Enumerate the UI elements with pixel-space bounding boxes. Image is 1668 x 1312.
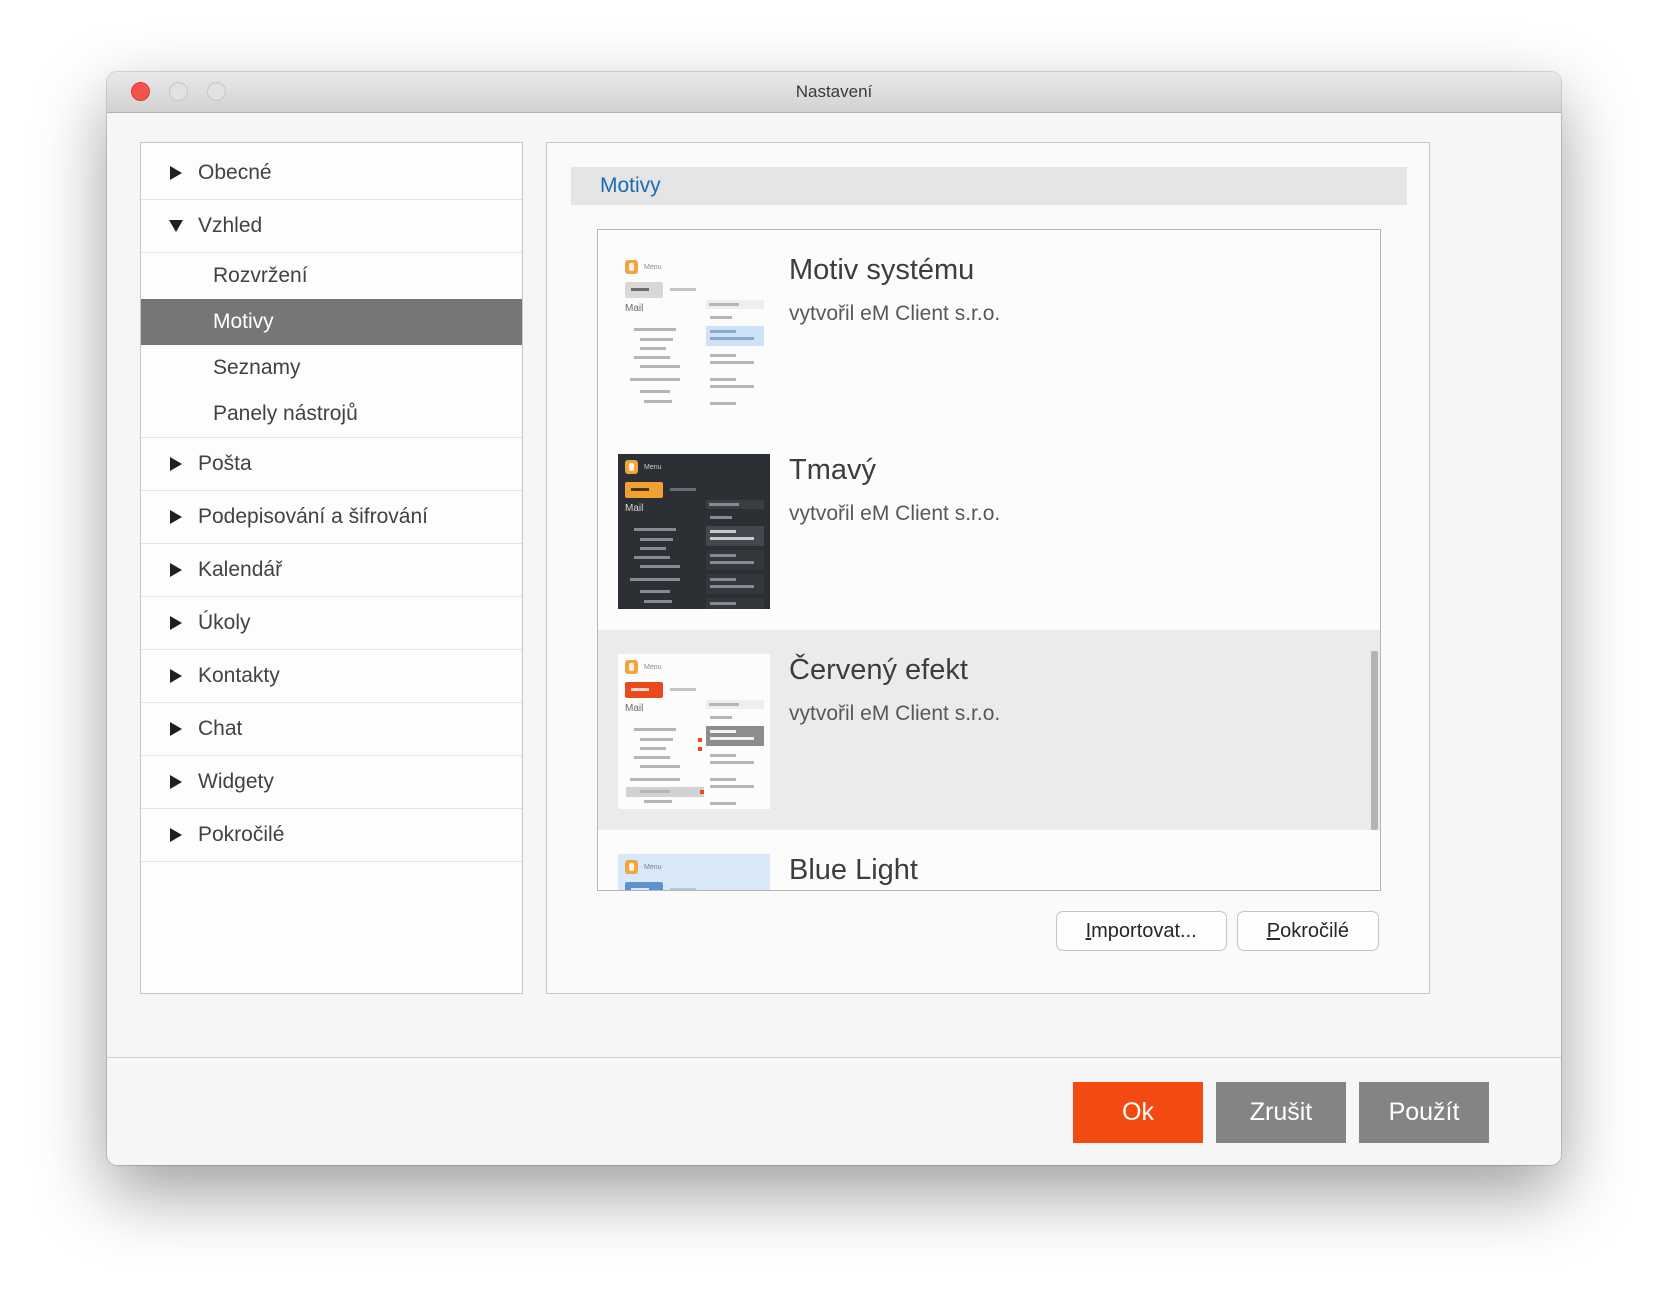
theme-name: Červený efekt [789,654,968,686]
theme-author: vytvořil eM Client s.r.o. [789,502,1001,525]
triangle-glyph [170,457,182,471]
sidebar-item-podepisovani-a-sifrovani[interactable]: Podepisování a šifrování [141,491,522,544]
theme-thumbnail-light: Menu Mail [618,254,770,409]
sidebar-item-label: Pošta [198,452,252,475]
panel-title: Motivy [571,167,1407,205]
chevron-right-icon[interactable] [169,510,183,524]
chevron-right-icon[interactable] [169,457,183,471]
sidebar-item-label: Widgety [198,770,274,793]
sidebar-item-chat[interactable]: Chat [141,703,522,756]
import-button[interactable]: Importovat... [1055,911,1227,951]
theme-item-motiv-systemu[interactable]: Menu Mail Motiv systému vytvořil eM Client … [598,230,1380,430]
triangle-glyph [170,722,182,736]
sidebar-item-label: Vzhled [198,214,263,237]
triangle-glyph [170,616,182,630]
triangle-glyph [170,166,182,180]
ok-button[interactable]: Ok [1073,1082,1203,1143]
sidebar-item-motivy[interactable]: Motivy [141,299,522,345]
chevron-right-icon[interactable] [169,775,183,789]
advanced-button[interactable]: Pokročilé [1236,911,1379,951]
theme-item-cerveny-efekt[interactable]: Menu Mail Červený efekt vytvořil eM Client … [598,630,1380,830]
sidebar-item-label: Chat [198,717,243,740]
sidebar-item-posta[interactable]: Pošta [141,438,522,491]
sidebar-item-seznamy[interactable]: Seznamy [141,345,522,391]
sidebar-item-label: Rozvržení [213,264,308,287]
chevron-right-icon[interactable] [169,828,183,842]
traffic-lights [131,82,226,101]
dialog-buttons: Ok Zrušit Použít [1073,1082,1489,1143]
sidebar-item-vzhled[interactable]: Vzhled [141,200,522,253]
triangle-glyph [170,510,182,524]
sidebar-item-label: Kalendář [198,558,283,581]
theme-name: Tmavý [789,454,876,486]
theme-name: Blue Light [789,854,918,886]
sidebar-item-label: Obecné [198,161,272,184]
theme-actions: Importovat... Pokročilé [1055,911,1379,951]
sidebar-item-label: Úkoly [198,611,251,634]
chevron-right-icon[interactable] [169,722,183,736]
triangle-glyph [170,669,182,683]
settings-sidebar: Obecné Vzhled Rozvržení Motivy Seznamy Panely… [140,142,523,994]
theme-thumbnail-blue: MenuMail [618,854,770,890]
triangle-glyph [169,220,183,232]
sidebar-item-widgety[interactable]: Widgety [141,756,522,809]
zoom-button[interactable] [207,82,226,101]
sidebar-item-kalendar[interactable]: Kalendář [141,544,522,597]
footer-divider [107,1057,1561,1058]
sidebar-item-pokrocile[interactable]: Pokročilé [141,809,522,862]
chevron-right-icon[interactable] [169,669,183,683]
sidebar-item-panely-nastroju[interactable]: Panely nástrojů [141,391,522,438]
sidebar-item-kontakty[interactable]: Kontakty [141,650,522,703]
triangle-glyph [170,563,182,577]
triangle-glyph [170,828,182,842]
sidebar-item-obecne[interactable]: Obecné [141,147,522,200]
desktop: { "window": { "title": "Nastavení" }, "s… [0,0,1668,1312]
theme-thumbnail-dark: Menu Mail [618,454,770,609]
theme-item-blue-light[interactable]: MenuMail Blue Light [598,830,1380,890]
chevron-right-icon[interactable] [169,616,183,630]
theme-item-tmavy[interactable]: Menu Mail Tmavý vytvořil eM Client s.r.o. [598,430,1380,630]
chevron-right-icon[interactable] [169,166,183,180]
sidebar-item-ukoly[interactable]: Úkoly [141,597,522,650]
sidebar-item-label: Panely nástrojů [213,402,358,425]
sidebar-item-label: Podepisování a šifrování [198,505,428,528]
theme-author: vytvořil eM Client s.r.o. [789,702,1001,725]
sidebar-item-label: Kontakty [198,664,280,687]
sidebar-item-label: Motivy [213,310,274,333]
theme-name: Motiv systému [789,254,975,286]
titlebar[interactable]: Nastavení [107,72,1561,113]
cancel-button[interactable]: Zrušit [1216,1082,1346,1143]
chevron-down-icon[interactable] [169,220,183,232]
window-title: Nastavení [795,82,873,101]
theme-author: vytvořil eM Client s.r.o. [789,302,1001,325]
close-button[interactable] [131,82,150,101]
minimize-button[interactable] [169,82,188,101]
themes-panel: Motivy Menu Mail Motiv systému vytvořil eM … [546,142,1430,994]
sidebar-item-rozvrzeni[interactable]: Rozvržení [141,253,522,299]
sidebar-item-label: Pokročilé [198,823,285,846]
scrollbar-thumb[interactable] [1371,651,1378,830]
apply-button[interactable]: Použít [1359,1082,1489,1143]
triangle-glyph [170,775,182,789]
theme-thumbnail-red: Menu Mail [618,654,770,809]
settings-window: Nastavení Obecné Vzhled Rozvržení Motivy Sez… [107,72,1561,1165]
chevron-right-icon[interactable] [169,563,183,577]
theme-list: Menu Mail Motiv systému vytvořil eM Client … [597,229,1381,891]
sidebar-item-label: Seznamy [213,356,301,379]
